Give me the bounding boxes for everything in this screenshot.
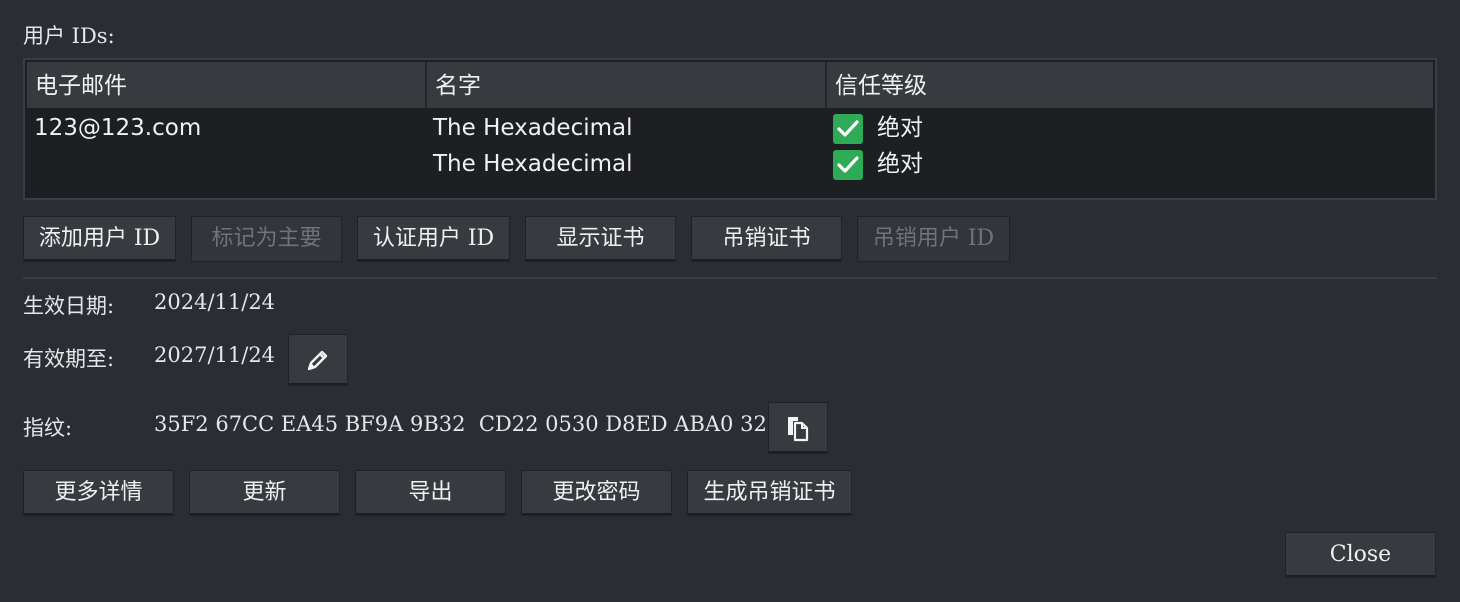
export-button[interactable]: 导出 — [355, 470, 506, 516]
show-certificates-button[interactable]: 显示证书 — [525, 216, 676, 262]
update-button[interactable]: 更新 — [189, 470, 340, 516]
user-ids-table[interactable]: 电子邮件 名字 信任等级 123@123.com The Hexadecimal… — [23, 58, 1437, 200]
edit-expiry-button[interactable] — [288, 334, 348, 386]
close-button[interactable]: Close — [1285, 532, 1436, 578]
generate-revocation-cert-button[interactable]: 生成吊销证书 — [687, 470, 852, 516]
copy-icon — [788, 417, 809, 442]
copy-fingerprint-button[interactable] — [768, 402, 828, 454]
row2-trust-label: 绝对 — [877, 151, 923, 177]
revoke-user-id-button[interactable]: 吊销用户 ID — [857, 216, 1010, 262]
expires-value: 2027/11/24 — [154, 343, 276, 367]
row1-trust-checkbox[interactable] — [833, 114, 863, 144]
add-user-id-button[interactable]: 添加用户 ID — [23, 216, 176, 262]
pencil-icon — [307, 350, 328, 371]
column-header-trust[interactable]: 信任等级 — [827, 62, 1433, 108]
row1-email[interactable]: 123@123.com — [34, 110, 201, 146]
user-ids-label: 用户 IDs: — [23, 24, 115, 48]
row2-name[interactable]: The Hexadecimal — [433, 146, 633, 182]
change-password-button[interactable]: 更改密码 — [521, 470, 672, 516]
row1-name[interactable]: The Hexadecimal — [433, 110, 633, 146]
row1-trust-label: 绝对 — [877, 115, 923, 141]
more-details-button[interactable]: 更多详情 — [23, 470, 174, 516]
checkmark-icon — [837, 120, 859, 137]
fingerprint-label: 指纹: — [23, 416, 73, 440]
valid-from-label: 生效日期: — [23, 294, 115, 318]
revoke-certificates-button[interactable]: 吊销证书 — [691, 216, 842, 262]
fingerprint-value: 35F2 67CC EA45 BF9A 9B32 CD22 0530 D8ED … — [154, 412, 797, 436]
row2-trust-checkbox[interactable] — [833, 150, 863, 180]
expires-label: 有效期至: — [23, 347, 115, 371]
mark-primary-button[interactable]: 标记为主要 — [191, 216, 342, 262]
section-divider — [23, 277, 1437, 279]
valid-from-value: 2024/11/24 — [154, 290, 276, 314]
certify-user-id-button[interactable]: 认证用户 ID — [357, 216, 510, 262]
column-header-name[interactable]: 名字 — [427, 62, 827, 108]
column-header-email[interactable]: 电子邮件 — [27, 62, 427, 108]
checkmark-icon — [837, 156, 859, 173]
